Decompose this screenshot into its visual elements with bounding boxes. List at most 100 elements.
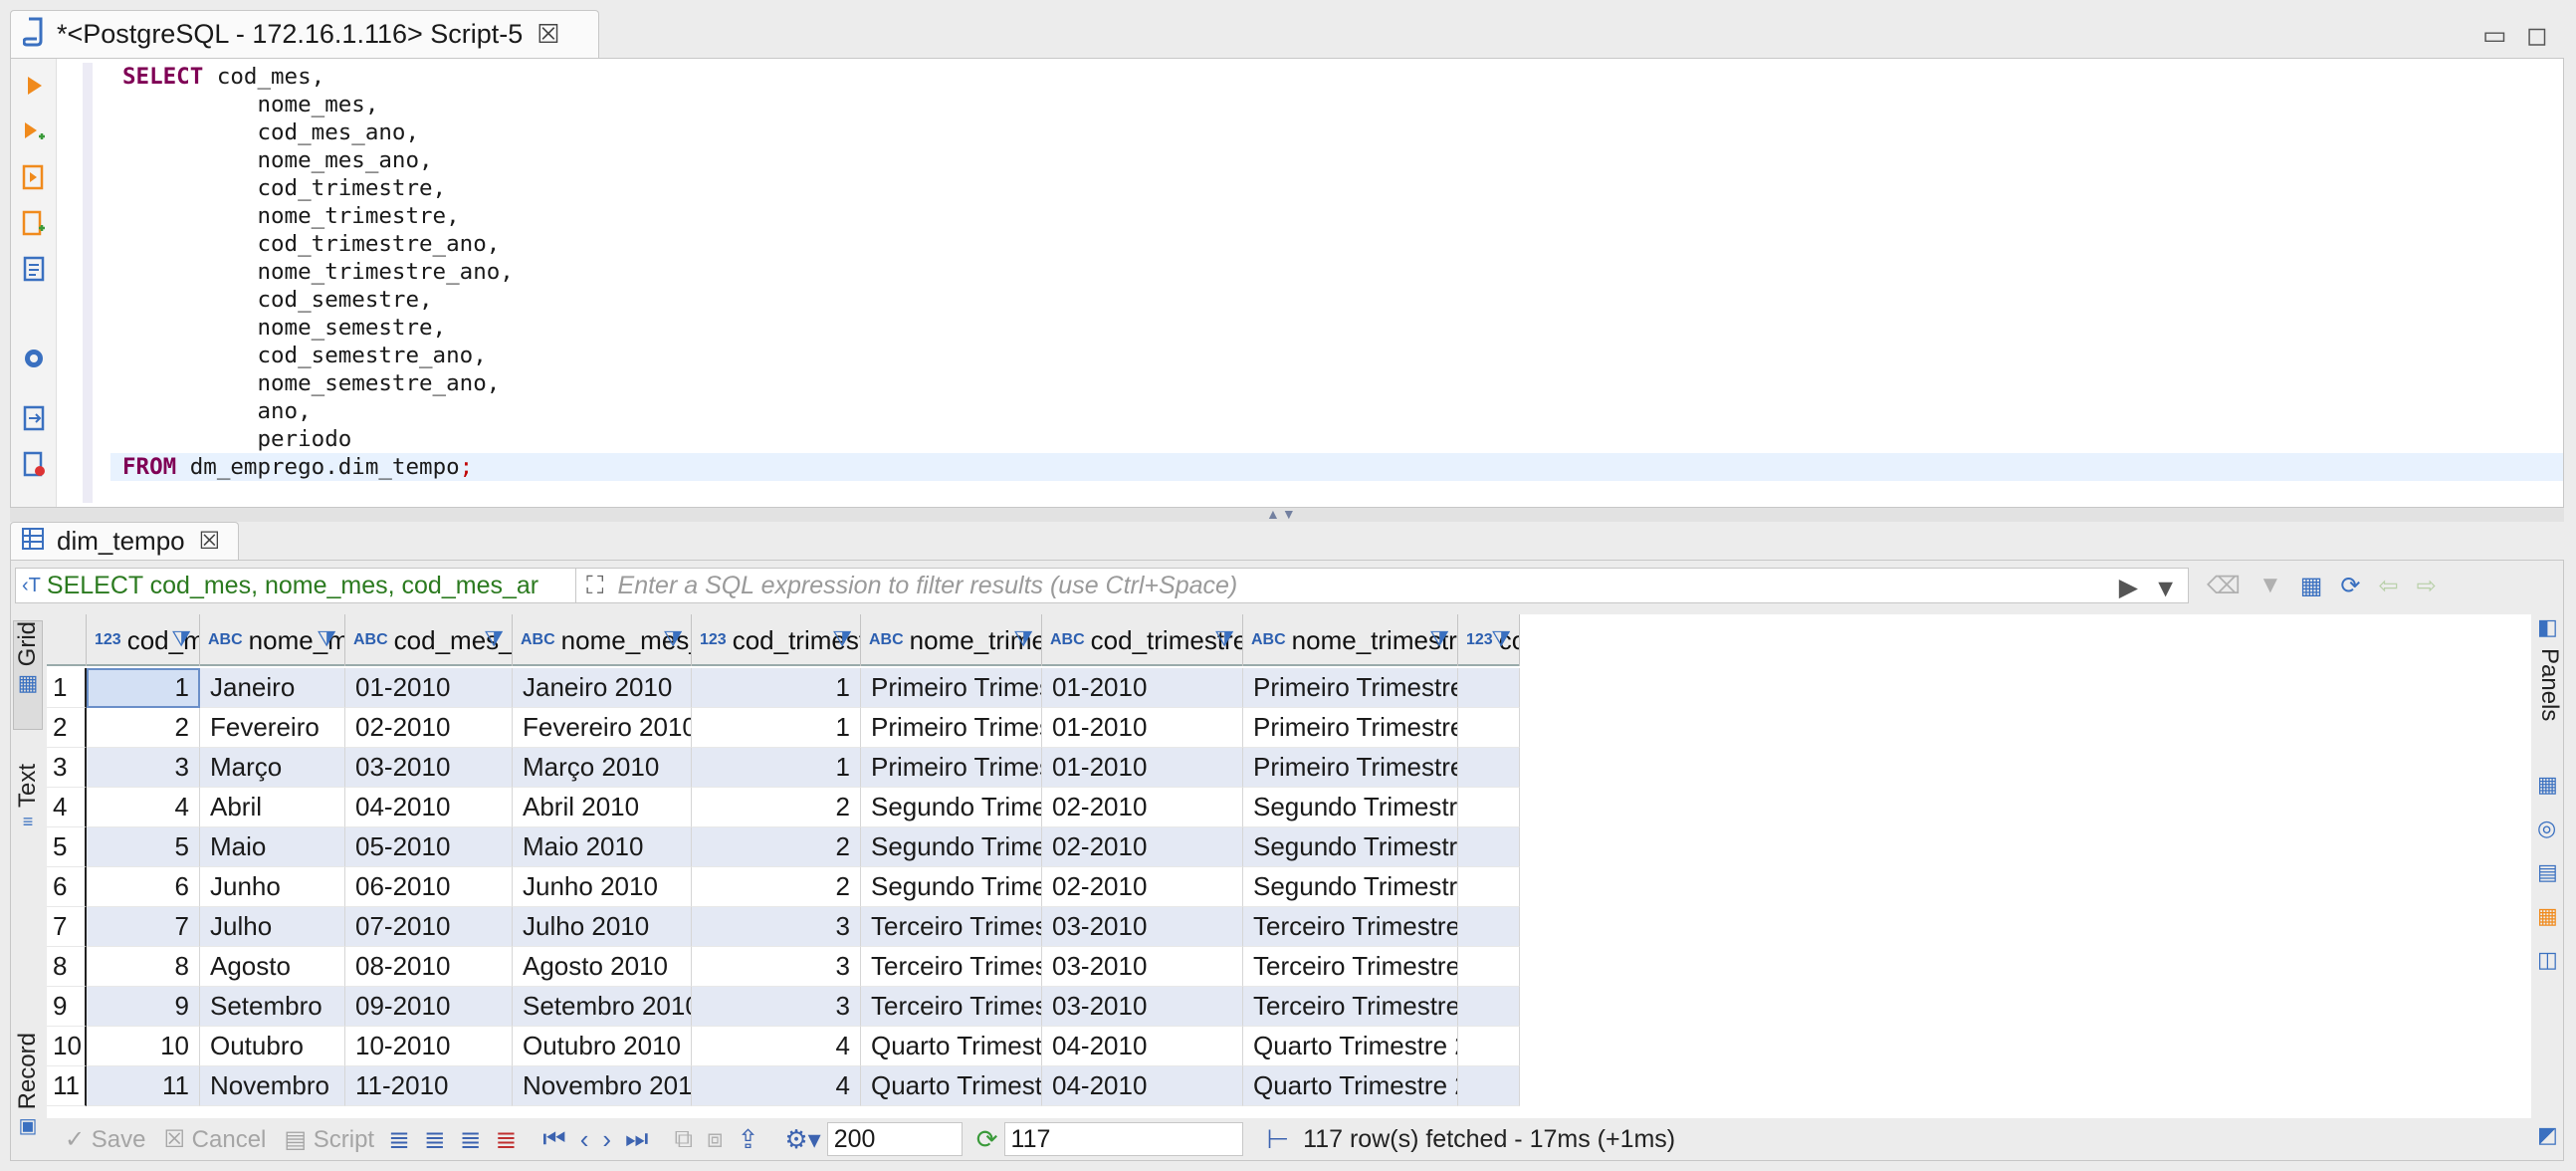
minimize-icon[interactable]: ▭ — [2482, 20, 2507, 51]
table-row[interactable]: 33Março03-2010Março 20101Primeiro Trimes… — [47, 748, 1520, 788]
fetch-size-input[interactable]: 200 — [826, 1122, 963, 1156]
column-header-cod_mes[interactable]: 123cod_mes⧩ — [87, 614, 200, 666]
table-cell[interactable]: Março — [200, 748, 345, 788]
table-cell[interactable]: Maio 2010 — [513, 827, 692, 867]
table-cell[interactable]: 2 — [692, 867, 861, 907]
table-cell[interactable]: 2 — [692, 827, 861, 867]
table-cell[interactable]: Primeiro Trimestre 2010 — [1243, 748, 1458, 788]
table-cell[interactable]: 5 — [87, 827, 200, 867]
table-row[interactable]: 10 10 Outubro 10-2010 Outubro 2010 4 Quarto Tr… — [47, 1027, 1520, 1066]
filter-sort-icon[interactable]: ⧩ — [1491, 626, 1511, 652]
table-cell[interactable] — [1458, 668, 1520, 708]
panel-calc-icon[interactable]: ▦ — [2537, 903, 2558, 929]
table-cell[interactable]: 2 — [692, 788, 861, 827]
table-cell[interactable]: 3 — [692, 947, 861, 987]
table-cell[interactable]: 4 — [692, 1027, 861, 1066]
column-header-cod_mes_ano[interactable]: ABCcod_mes_ano⧩ — [345, 614, 513, 666]
fetch-next-icon[interactable]: ⧉ — [674, 1123, 693, 1155]
table-cell[interactable]: Primeiro Trimestre — [861, 708, 1042, 748]
table-cell[interactable]: 03-2010 — [1042, 947, 1243, 987]
table-cell[interactable]: 01-2010 — [1042, 748, 1243, 788]
table-cell[interactable]: 3 — [87, 748, 200, 788]
forward-icon[interactable]: ⇨ — [2417, 572, 2437, 600]
fetch-all-icon[interactable]: ⧈ — [707, 1123, 724, 1155]
table-cell[interactable]: Janeiro — [200, 668, 345, 708]
table-cell[interactable]: 3 — [692, 987, 861, 1027]
refresh-icon[interactable]: ⟳ — [976, 1124, 998, 1155]
table-cell[interactable]: 10-2010 — [345, 1027, 513, 1066]
table-cell[interactable]: Outubro 2010 — [513, 1027, 692, 1066]
view-tab-grid[interactable]: Grid ▦ — [13, 620, 43, 730]
table-cell[interactable]: 1 — [692, 748, 861, 788]
editor-tab-script-5[interactable]: *<PostgreSQL - 172.16.1.116> Script-5 ☒ — [10, 10, 599, 58]
table-row[interactable]: 1 1 Janeiro 01-2010 Janeiro 2010 1 Primeiro Tr… — [47, 668, 1520, 708]
table-cell[interactable]: 03-2010 — [1042, 987, 1243, 1027]
table-cell[interactable]: Segundo Trimestre 2010 — [1243, 867, 1458, 907]
panels-icon[interactable]: ◧ — [2537, 614, 2558, 640]
table-cell[interactable]: Novembro 2010 — [513, 1066, 692, 1106]
filter-settings-icon[interactable]: ▼ — [2258, 572, 2282, 599]
export-data-icon[interactable]: ⇪ — [738, 1124, 759, 1155]
delete-row-icon[interactable]: ≣ — [495, 1124, 517, 1155]
gear-icon[interactable] — [19, 344, 49, 373]
panel-toggle-icon[interactable]: ◩ — [2537, 1122, 2558, 1148]
table-cell[interactable]: 04-2010 — [1042, 1027, 1243, 1066]
table-row[interactable]: 2 2 Fevereiro 02-2010 Fevereiro 2010 1 Primeir… — [47, 708, 1520, 748]
refresh-icon[interactable]: ⟳ — [2340, 572, 2360, 600]
table-cell[interactable]: 1 — [692, 708, 861, 748]
table-cell[interactable] — [1458, 827, 1520, 867]
table-cell[interactable]: 11-2010 — [345, 1066, 513, 1106]
filter-sort-icon[interactable]: ⧩ — [663, 626, 683, 652]
table-cell[interactable] — [1458, 788, 1520, 827]
table-cell[interactable]: 04-2010 — [345, 788, 513, 827]
column-header-cod_trimestre_ano[interactable]: ABCcod_trimestre_ano⧩ — [1042, 614, 1243, 666]
table-cell[interactable]: 1 — [692, 668, 861, 708]
table-cell[interactable]: Agosto — [200, 947, 345, 987]
table-row[interactable]: 44Abril04-2010Abril 20102Segundo Trimest… — [47, 788, 1520, 827]
active-query-box[interactable]: ‹T SELECT cod_mes, nome_mes, cod_mes_ar — [15, 568, 576, 603]
table-cell[interactable]: Terceiro Trimestre 2010 — [1243, 987, 1458, 1027]
table-cell[interactable]: Primeiro Trimestre 2010 — [1243, 708, 1458, 748]
table-cell[interactable]: 1 — [87, 668, 200, 708]
table-cell[interactable]: Segundo Trimestre — [861, 788, 1042, 827]
panel-grid-icon[interactable]: ▦ — [2537, 772, 2558, 798]
filter-sort-icon[interactable]: ⧩ — [1429, 626, 1449, 652]
table-cell[interactable]: 03-2010 — [345, 748, 513, 788]
table-cell[interactable]: 10 — [87, 1027, 200, 1066]
table-row[interactable]: 55Maio05-2010Maio 20102Segundo Trimestre… — [47, 827, 1520, 867]
results-grid[interactable]: 123cod_mes⧩ABCnome_mes⧩ABCcod_mes_ano⧩AB… — [47, 614, 2531, 1118]
panel-metadata-icon[interactable]: ▤ — [2537, 859, 2558, 885]
panels-label[interactable]: Panels — [2535, 648, 2563, 721]
table-cell[interactable]: Quarto Trimestre 2010 — [1243, 1066, 1458, 1106]
table-cell[interactable]: Terceiro Trimestre 2010 — [1243, 907, 1458, 947]
table-row[interactable]: 11 11 Novembro 11-2010 Novembro 2010 4 Quarto … — [47, 1066, 1520, 1106]
explain-plan-icon[interactable] — [19, 254, 49, 284]
table-cell[interactable]: 3 — [692, 907, 861, 947]
table-cell[interactable] — [1458, 1066, 1520, 1106]
table-cell[interactable]: Setembro 2010 — [513, 987, 692, 1027]
filter-sort-icon[interactable]: ⧩ — [832, 626, 852, 652]
table-cell[interactable]: Quarto Trimestre — [861, 1066, 1042, 1106]
table-cell[interactable]: 02-2010 — [345, 708, 513, 748]
table-cell[interactable]: 02-2010 — [1042, 867, 1243, 907]
table-cell[interactable] — [1458, 867, 1520, 907]
table-cell[interactable]: Segundo Trimestre — [861, 867, 1042, 907]
table-cell[interactable]: Terceiro Trimestre — [861, 987, 1042, 1027]
table-cell[interactable]: Fevereiro — [200, 708, 345, 748]
table-row[interactable]: 77Julho07-2010Julho 20103Terceiro Trimes… — [47, 907, 1520, 947]
table-cell[interactable]: Agosto 2010 — [513, 947, 692, 987]
table-cell[interactable] — [1458, 748, 1520, 788]
view-tab-text[interactable]: Text ≡ — [13, 764, 43, 873]
table-cell[interactable]: 6 — [87, 867, 200, 907]
results-tab-dim-tempo[interactable]: dim_tempo ☒ — [10, 522, 239, 560]
table-cell[interactable] — [1458, 708, 1520, 748]
filter-input[interactable]: ⛶ Enter a SQL expression to filter resul… — [576, 568, 2189, 603]
table-cell[interactable] — [1458, 987, 1520, 1027]
close-icon[interactable]: ☒ — [199, 527, 221, 556]
table-cell[interactable]: Julho — [200, 907, 345, 947]
splitter-arrows-icon[interactable]: ▲▼ — [1266, 506, 1298, 522]
table-cell[interactable]: 4 — [87, 788, 200, 827]
table-cell[interactable]: 07-2010 — [345, 907, 513, 947]
table-cell[interactable]: 01-2010 — [1042, 708, 1243, 748]
panel-value-icon[interactable]: ◎ — [2537, 816, 2556, 841]
